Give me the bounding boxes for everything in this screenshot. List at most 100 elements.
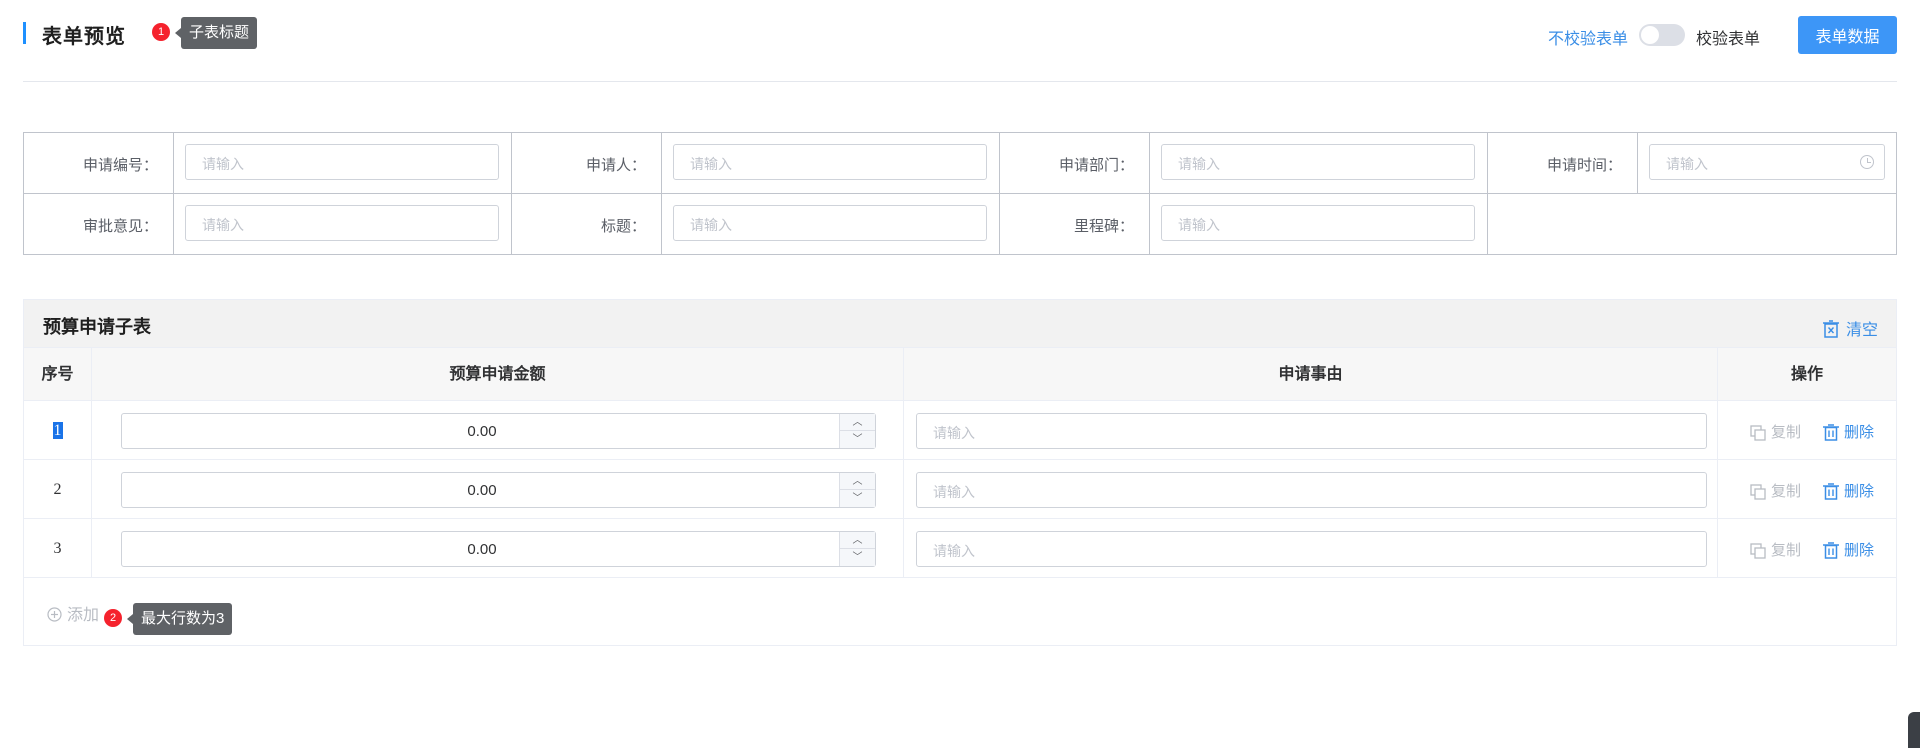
decrement-icon[interactable]: ﹀ — [840, 490, 875, 507]
tooltip-max-rows: 最大行数为3 — [126, 603, 233, 635]
actions-cell: 复制 删除 — [1718, 519, 1896, 578]
field-label-milestone: 里程碑： — [1073, 218, 1134, 235]
toggle-knob — [1641, 26, 1659, 44]
copy-label: 复制 — [1771, 424, 1802, 441]
form-label-cell: 标题： — [512, 194, 662, 254]
actions-cell: 复制 删除 — [1718, 401, 1896, 460]
clock-icon — [1860, 155, 1874, 169]
table-row-seq: 1 — [24, 401, 92, 460]
decrement-icon[interactable]: ﹀ — [840, 549, 875, 566]
increment-icon[interactable]: ︿ — [840, 414, 875, 431]
form-input-cell: 请输入 — [1638, 133, 1896, 194]
form-input-cell: 请输入 — [1150, 133, 1488, 194]
page-header: 表单预览 1 子表标题 不校验表单 校验表单 表单数据 — [23, 0, 1897, 82]
form-input-cell: 请输入 — [1150, 194, 1488, 254]
field-label-approval-opinion: 审批意见： — [82, 218, 158, 235]
decrement-icon[interactable]: ﹀ — [840, 431, 875, 448]
apply-time-input[interactable]: 请输入 — [1649, 144, 1885, 180]
add-row-area: 添加 2 最大行数为3 — [24, 578, 1896, 646]
main-form: 申请编号： 请输入 申请人： 请输入 申请部门： 请输入 申请时间： 请输入 审… — [23, 132, 1897, 255]
column-header-actions: 操作 — [1718, 348, 1896, 401]
subtable-title: 预算申请子表 — [43, 317, 151, 337]
validate-toggle[interactable] — [1639, 24, 1685, 46]
input-placeholder: 请输入 — [1178, 156, 1220, 172]
approval-opinion-input[interactable]: 请输入 — [185, 205, 499, 241]
field-label-department: 申请部门： — [1058, 157, 1134, 174]
step-badge-2: 2 — [104, 609, 122, 627]
copy-button[interactable]: 复制 — [1750, 480, 1801, 504]
copy-icon — [1750, 543, 1766, 563]
amount-stepper: ︿ ﹀ — [839, 532, 875, 566]
table-row-seq: 2 — [24, 460, 92, 519]
validate-label[interactable]: 校验表单 — [1696, 25, 1760, 49]
column-header-amount: 预算申请金额 — [92, 348, 904, 401]
clear-button[interactable]: 清空 — [1822, 316, 1878, 343]
delete-button[interactable]: 删除 — [1823, 421, 1874, 445]
milestone-input[interactable]: 请输入 — [1161, 205, 1475, 241]
applicant-input[interactable]: 请输入 — [673, 144, 987, 180]
add-label: 添加 — [67, 607, 100, 624]
input-placeholder: 请输入 — [690, 156, 732, 172]
input-placeholder: 请输入 — [1178, 217, 1220, 233]
input-placeholder: 请输入 — [202, 217, 244, 233]
table-row-seq: 3 — [24, 519, 92, 578]
copy-button[interactable]: 复制 — [1750, 539, 1801, 563]
input-placeholder: 请输入 — [933, 543, 975, 559]
form-label-cell: 申请编号： — [24, 133, 174, 194]
reason-input[interactable]: 请输入 — [916, 413, 1707, 449]
field-label-applicant: 申请人： — [585, 157, 646, 174]
step-badge-1: 1 — [152, 23, 170, 41]
form-label-cell: 申请时间： — [1488, 133, 1638, 194]
amount-value: 0.00 — [467, 423, 497, 440]
row-seq-number: 3 — [53, 540, 62, 557]
no-validate-label[interactable]: 不校验表单 — [1548, 25, 1628, 49]
form-label-cell: 审批意见： — [24, 194, 174, 254]
copy-label: 复制 — [1771, 542, 1802, 559]
field-label-title: 标题： — [600, 218, 646, 235]
input-placeholder: 请输入 — [690, 217, 732, 233]
trash-icon — [1823, 424, 1839, 445]
amount-input[interactable]: 0.00 ︿ ﹀ — [121, 472, 876, 508]
amount-cell: 0.00 ︿ ﹀ — [92, 460, 904, 519]
increment-icon[interactable]: ︿ — [840, 532, 875, 549]
title-input[interactable]: 请输入 — [673, 205, 987, 241]
input-placeholder: 请输入 — [202, 156, 244, 172]
field-label-apply-time: 申请时间： — [1546, 157, 1622, 174]
delete-button[interactable]: 删除 — [1823, 539, 1874, 563]
input-placeholder: 请输入 — [933, 484, 975, 500]
amount-input[interactable]: 0.00 ︿ ﹀ — [121, 413, 876, 449]
increment-icon[interactable]: ︿ — [840, 473, 875, 490]
form-input-cell: 请输入 — [662, 133, 1000, 194]
add-row-button[interactable]: 添加 — [47, 601, 99, 627]
input-placeholder: 请输入 — [1666, 156, 1708, 172]
column-header-seq: 序号 — [24, 348, 92, 401]
subtable-header: 预算申请子表 清空 — [24, 300, 1896, 348]
form-input-cell: 请输入 — [662, 194, 1000, 254]
clear-icon — [1822, 320, 1840, 343]
row-seq-number: 1 — [52, 422, 63, 439]
copy-icon — [1750, 484, 1766, 504]
form-label-cell: 申请部门： — [1000, 133, 1150, 194]
amount-cell: 0.00 ︿ ﹀ — [92, 519, 904, 578]
plus-circle-icon — [47, 607, 62, 627]
reason-input[interactable]: 请输入 — [916, 531, 1707, 567]
form-data-button[interactable]: 表单数据 — [1798, 16, 1897, 54]
input-placeholder: 请输入 — [933, 425, 975, 441]
field-label-application-no: 申请编号： — [82, 157, 158, 174]
amount-input[interactable]: 0.00 ︿ ﹀ — [121, 531, 876, 567]
budget-subtable: 预算申请子表 清空 序号 预算申请金额 申请事由 操作 1 0.00 ︿ ﹀ 请… — [23, 299, 1897, 646]
copy-button[interactable]: 复制 — [1750, 421, 1801, 445]
title-accent-bar — [23, 22, 26, 44]
delete-button[interactable]: 删除 — [1823, 480, 1874, 504]
department-input[interactable]: 请输入 — [1161, 144, 1475, 180]
amount-value: 0.00 — [467, 541, 497, 558]
page-title: 表单预览 — [42, 26, 126, 48]
amount-stepper: ︿ ﹀ — [839, 473, 875, 507]
reason-input[interactable]: 请输入 — [916, 472, 1707, 508]
scroll-handle[interactable] — [1908, 712, 1920, 748]
form-label-cell: 申请人： — [512, 133, 662, 194]
clear-label: 清空 — [1845, 322, 1878, 339]
reason-cell: 请输入 — [904, 519, 1718, 578]
application-no-input[interactable]: 请输入 — [185, 144, 499, 180]
trash-icon — [1823, 483, 1839, 504]
